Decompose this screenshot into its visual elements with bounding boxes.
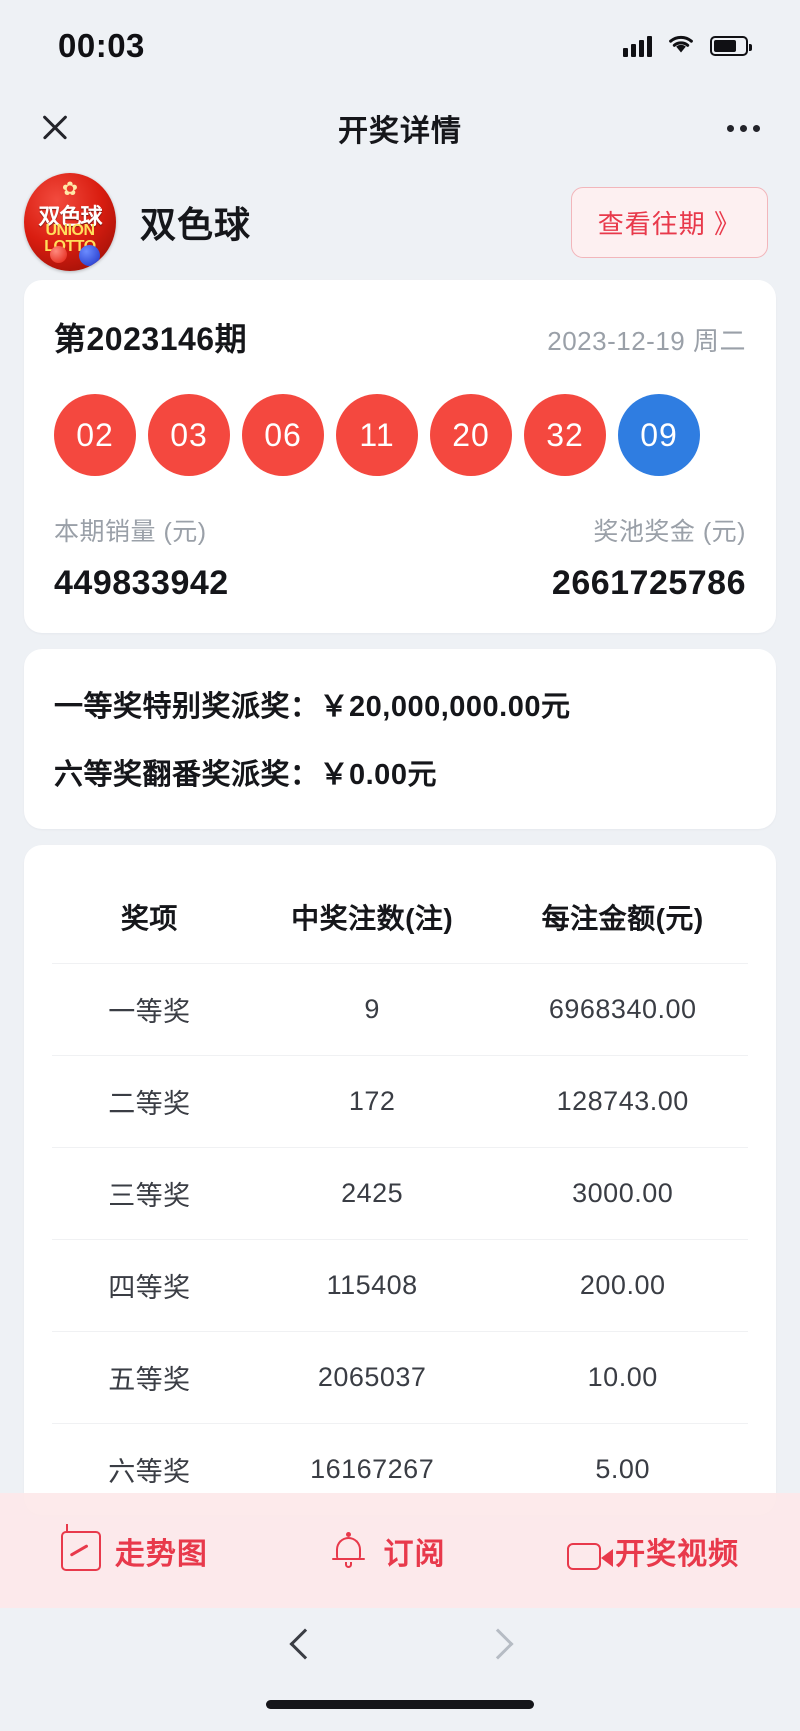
header-winner-count: 中奖注数(注) [291, 903, 454, 934]
sixth-prize-multiplier-bonus: 六等奖翻番奖派奖：￥0.00元 [54, 759, 437, 791]
pool-value: 2661725786 [551, 564, 746, 602]
winning-ball: 02 [54, 394, 136, 476]
prize-amount: 6968340.00 [548, 994, 697, 1024]
table-row: 五等奖 2065037 10.00 [52, 1331, 748, 1423]
winning-ball: 11 [336, 394, 418, 476]
winner-count: 2065037 [317, 1362, 427, 1392]
winner-count: 172 [348, 1086, 396, 1116]
table-header-row: 奖项 中奖注数(注) 每注金额(元) [52, 871, 748, 963]
prize-level: 二等奖 [108, 1089, 191, 1119]
winning-ball-blue: 09 [618, 394, 700, 476]
prize-amount: 3000.00 [572, 1178, 674, 1208]
winning-ball: 03 [148, 394, 230, 476]
table-row: 三等奖 2425 3000.00 [52, 1147, 748, 1239]
prize-level: 一等奖 [108, 997, 191, 1027]
table-row: 一等奖 9 6968340.00 [52, 963, 748, 1055]
first-prize-special-bonus: 一等奖特别奖派奖：￥20,000,000.00元 [54, 691, 571, 723]
tab-draw-video[interactable]: 开奖视频 [567, 1529, 739, 1573]
tab-subscribe[interactable]: 订阅 [329, 1529, 445, 1573]
prize-amount: 5.00 [595, 1454, 650, 1484]
bottom-tab-bar: 走势图 订阅 开奖视频 [0, 1493, 800, 1608]
sales-label: 本期销量 (元) [54, 518, 207, 546]
bell-icon [329, 1531, 369, 1571]
close-icon[interactable] [38, 111, 72, 145]
winner-count: 9 [364, 994, 380, 1024]
status-bar: 00:03 [0, 0, 800, 92]
table-row: 二等奖 172 128743.00 [52, 1055, 748, 1147]
draw-date: 2023-12-19 周二 [547, 326, 746, 356]
logo-red-ball-icon [50, 246, 67, 263]
brand-row: ✿ 双色球 UNION LOTTO 双色球 查看往期 》 [0, 164, 800, 280]
pool-label: 奖池奖金 (元) [593, 518, 746, 546]
draw-issue: 第2023146期 [54, 321, 248, 357]
winning-ball: 20 [430, 394, 512, 476]
header-prize-level: 奖项 [120, 903, 178, 934]
tab-trend-chart[interactable]: 走势图 [60, 1523, 208, 1573]
prize-amount: 128743.00 [556, 1086, 689, 1116]
signal-bars-icon [623, 35, 652, 57]
winner-count: 2425 [341, 1178, 404, 1208]
status-time: 00:03 [58, 27, 145, 64]
video-icon [567, 1543, 614, 1570]
draw-header: 第2023146期 2023-12-19 周二 [54, 314, 746, 360]
pool-stat: 奖池奖金 (元) 2661725786 [552, 512, 746, 603]
winning-ball: 32 [524, 394, 606, 476]
table-row: 四等奖 115408 200.00 [52, 1239, 748, 1331]
tab-label: 开奖视频 [615, 1537, 740, 1571]
chart-icon [60, 1523, 101, 1571]
status-icons [623, 33, 752, 60]
tab-label: 走势图 [114, 1537, 208, 1571]
prize-level: 四等奖 [108, 1273, 191, 1303]
sales-stat: 本期销量 (元) 449833942 [54, 512, 229, 603]
logo-star: ✿ [62, 179, 78, 200]
winning-numbers: 02 03 06 11 20 32 09 [54, 394, 746, 476]
prize-level: 五等奖 [108, 1365, 191, 1395]
bonus-card: 一等奖特别奖派奖：￥20,000,000.00元 六等奖翻番奖派奖：￥0.00元 [24, 649, 776, 829]
logo-blue-ball-icon [79, 245, 100, 266]
prize-table-card: 奖项 中奖注数(注) 每注金额(元) 一等奖 9 6968340.00 二等奖 … [24, 845, 776, 1515]
view-history-button[interactable]: 查看往期 》 [570, 186, 768, 258]
header-prize-amount: 每注金额(元) [541, 903, 704, 934]
winning-ball: 06 [242, 394, 324, 476]
prize-level: 六等奖 [108, 1457, 191, 1487]
tab-label: 订阅 [383, 1537, 446, 1571]
more-options-icon[interactable] [727, 124, 760, 132]
draw-result-card: 第2023146期 2023-12-19 周二 02 03 06 11 20 3… [24, 280, 776, 633]
logo-en-line1: UNION [45, 222, 95, 239]
wifi-icon [666, 33, 696, 60]
battery-icon [710, 36, 752, 56]
browser-navigation-bar [0, 1608, 800, 1731]
page-title: 开奖详情 [338, 115, 462, 148]
brand-name: 双色球 [140, 204, 252, 245]
prize-level: 三等奖 [108, 1181, 191, 1211]
winner-count: 16167267 [310, 1454, 435, 1484]
prize-amount: 200.00 [579, 1270, 666, 1300]
chevron-right-icon[interactable] [485, 1630, 511, 1656]
draw-stats: 本期销量 (元) 449833942 奖池奖金 (元) 2661725786 [54, 512, 746, 603]
lottery-logo-icon: ✿ 双色球 UNION LOTTO [24, 173, 116, 271]
chevron-left-icon[interactable] [289, 1630, 315, 1656]
prize-amount: 10.00 [587, 1362, 658, 1392]
logo-en-line2: LOTTO [44, 238, 96, 255]
sales-value: 449833942 [54, 564, 229, 602]
home-indicator [266, 1700, 534, 1709]
winner-count: 115408 [326, 1270, 418, 1300]
nav-bar: 开奖详情 [0, 92, 800, 164]
